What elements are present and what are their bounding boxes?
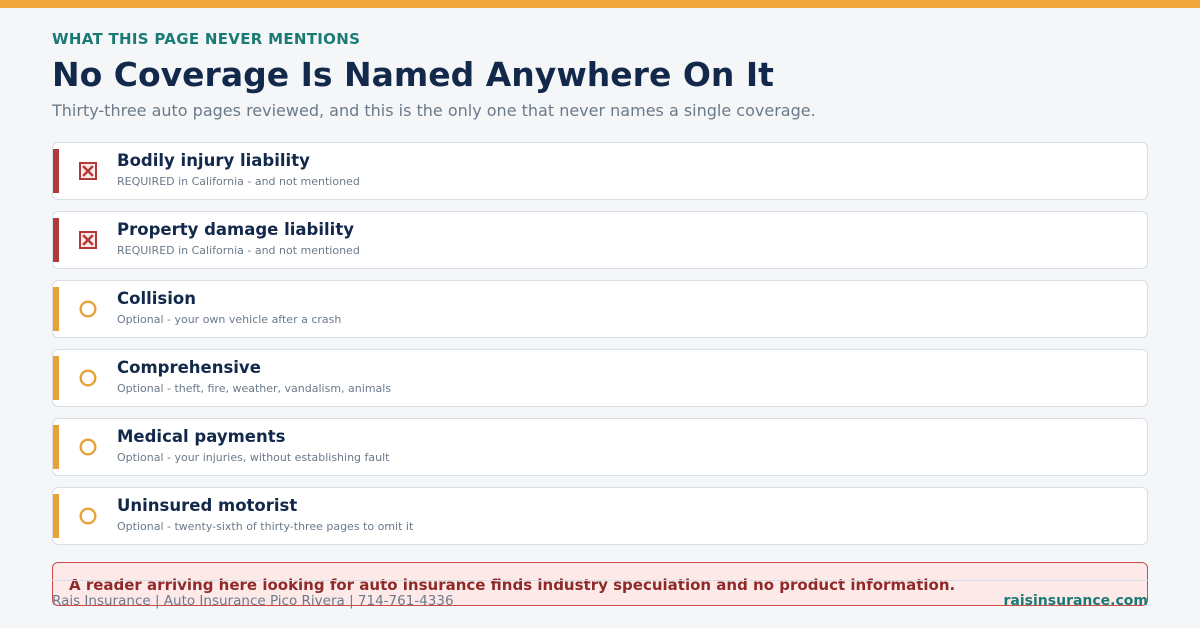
coverage-name: Medical payments [117,427,286,446]
status-stripe [53,356,59,400]
circle-icon [79,438,97,456]
status-stripe [53,218,59,262]
page-subtitle: Thirty-three auto pages reviewed, and th… [52,101,816,120]
page-title: No Coverage Is Named Anywhere On It [52,55,774,94]
x-box-icon [79,231,97,249]
coverage-note: Optional - your injuries, without establ… [117,451,390,464]
callout-text: A reader arriving here looking for auto … [69,576,956,594]
footer-divider [52,580,1148,581]
coverage-row: Comprehensive Optional - theft, fire, we… [52,349,1148,407]
status-stripe [53,494,59,538]
coverage-note: Optional - your own vehicle after a cras… [117,313,342,326]
top-accent-bar [0,0,1200,8]
status-stripe [53,425,59,469]
coverage-name: Bodily injury liability [117,151,310,170]
coverage-name: Uninsured motorist [117,496,298,515]
coverage-name: Collision [117,289,196,308]
circle-icon [79,507,97,525]
circle-icon [79,300,97,318]
circle-icon [79,369,97,387]
status-stripe [53,287,59,331]
coverage-row: Collision Optional - your own vehicle af… [52,280,1148,338]
coverage-note: Optional - theft, fire, weather, vandali… [117,382,392,395]
coverage-note: REQUIRED in California - and not mention… [117,244,360,257]
coverage-row: Bodily injury liability REQUIRED in Cali… [52,142,1148,200]
coverage-name: Property damage liability [117,220,354,239]
eyebrow-label: WHAT THIS PAGE NEVER MENTIONS [52,30,361,48]
footer-business-info: Rais Insurance | Auto Insurance Pico Riv… [52,593,454,609]
coverage-row: Property damage liability REQUIRED in Ca… [52,211,1148,269]
footer-website: raisinsurance.com [1003,593,1148,609]
coverage-row: Medical payments Optional - your injurie… [52,418,1148,476]
status-stripe [53,149,59,193]
coverage-note: Optional - twenty-sixth of thirty-three … [117,520,414,533]
coverage-note: REQUIRED in California - and not mention… [117,175,360,188]
coverage-name: Comprehensive [117,358,261,377]
coverage-row: Uninsured motorist Optional - twenty-six… [52,487,1148,545]
x-box-icon [79,162,97,180]
coverage-list: Bodily injury liability REQUIRED in Cali… [52,142,1148,556]
